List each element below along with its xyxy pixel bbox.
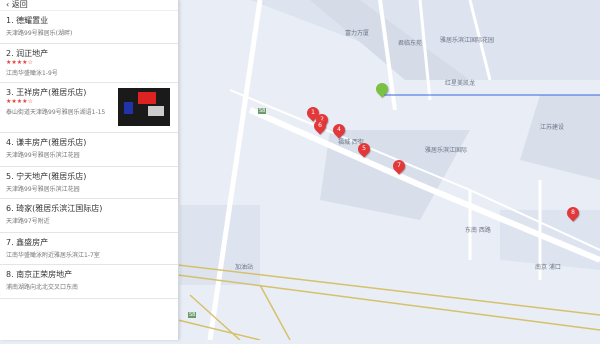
result-item-3[interactable]: 3. 王祥房产(雅居乐店) ★★★★☆ 泰山街道天津路99号雅居乐湖语1-15	[0, 83, 178, 133]
result-title: 2. 润正地产	[6, 49, 49, 58]
result-item-1[interactable]: 1. 德耀置业 天津路99号雅居乐(湖畔)	[0, 11, 178, 44]
poi-marker-number: 6	[318, 122, 322, 129]
result-title: 7. 鑫盛房产	[6, 238, 49, 247]
poi-marker[interactable]: 7	[390, 157, 408, 175]
result-title: 8. 南京正荣房地产	[6, 270, 73, 279]
result-item-4[interactable]: 4. 谦丰房产(雅居乐店) 天津路99号雅居乐滨江花园	[0, 133, 178, 167]
poi-marker[interactable]: 5	[355, 140, 373, 158]
thumb-light	[148, 106, 164, 116]
map-label-jiangsu[interactable]: 江苏建设	[540, 122, 564, 131]
road-shield: S8	[258, 108, 267, 114]
result-title: 4. 谦丰房产(雅居乐店)	[6, 138, 87, 147]
result-title: 3. 王祥房产(雅居乐店)	[6, 88, 87, 97]
result-address: 天津路99号雅居乐(湖畔)	[6, 30, 73, 37]
poi-marker-number: 7	[397, 162, 401, 169]
rating-stars: ★★★★☆	[6, 59, 33, 66]
poi-marker[interactable]: 6	[311, 117, 329, 135]
result-address: 天津路99号雅居乐滨江花园	[6, 152, 80, 159]
poi-marker[interactable]: 4	[330, 121, 348, 139]
poi-marker-number: 4	[337, 126, 341, 133]
back-label: 返回	[11, 0, 28, 9]
map-label-nanjing[interactable]: 南京 浦口	[535, 262, 561, 271]
result-title: 5. 宁天地产(雅居乐店)	[6, 172, 87, 181]
result-title: 6. 琦家(雅居乐滨江国际店)	[6, 204, 103, 213]
result-item-2[interactable]: 2. 润正地产 ★★★★☆ 江南华盛瞰泳1-9号	[0, 44, 178, 83]
back-chevron-icon: ‹	[6, 0, 10, 9]
map-label-dongnan[interactable]: 东南 西路	[465, 225, 491, 234]
result-address: 江南华盛瞰泳1-9号	[6, 70, 58, 77]
map-label-fuli[interactable]: 富力万厦	[345, 28, 369, 37]
result-item-7[interactable]: 7. 鑫盛房产 江南华盛瞰泳附近雅居乐滨江1-7室	[0, 233, 178, 265]
thumb-blue	[124, 102, 133, 114]
map-label-yajule-guoji[interactable]: 雅居乐滨江国际	[425, 145, 467, 154]
thumb-red	[138, 92, 156, 104]
result-address: 泰山街道天津路99号雅居乐湖语1-15	[6, 109, 106, 116]
result-address: 江南华盛瞰泳附近雅居乐滨江1-7室	[6, 252, 100, 259]
result-item-8[interactable]: 8. 南京正荣房地产 浦南湖路向北北交叉口东南	[0, 265, 178, 299]
poi-marker-number: 8	[571, 209, 575, 216]
map-label-junlin[interactable]: 君临东苑	[398, 38, 422, 47]
result-address: 天津路99号雅居乐滨江花园	[6, 186, 80, 193]
poi-marker-number: 5	[362, 145, 366, 152]
result-item-6[interactable]: 6. 琦家(雅居乐滨江国际店) 天津路97号附近	[0, 199, 178, 233]
road-shield: S8	[188, 312, 197, 318]
back-button[interactable]: ‹ 返回	[0, 0, 178, 11]
map-label-hongxing[interactable]: 红星美凯龙	[445, 78, 475, 87]
result-item-5[interactable]: 5. 宁天地产(雅居乐店) 天津路99号雅居乐滨江花园	[0, 167, 178, 199]
search-results-panel: ‹ 返回 1. 德耀置业 天津路99号雅居乐(湖畔) 2. 润正地产 ★★★★☆…	[0, 0, 179, 340]
poi-marker[interactable]: 8	[564, 204, 582, 222]
result-address: 天津路97号附近	[6, 218, 50, 225]
result-thumbnail-image[interactable]	[118, 88, 170, 126]
result-title: 1. 德耀置业	[6, 16, 49, 25]
result-address: 浦南湖路向北北交叉口东南	[6, 284, 79, 291]
map-label-yajule-binjiang[interactable]: 雅居乐滨江国际花园	[440, 35, 494, 44]
map-label-gas[interactable]: 加油站	[235, 262, 253, 271]
